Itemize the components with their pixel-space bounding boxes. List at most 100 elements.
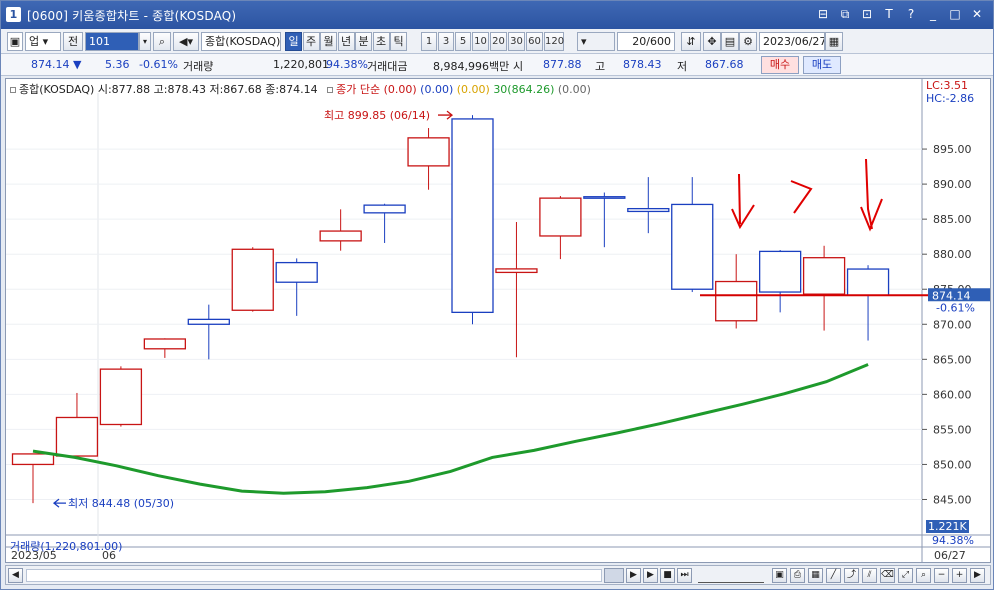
candle-body: [627, 207, 670, 213]
quote-open: 877.88: [543, 58, 582, 71]
play-first-icon[interactable]: ▶: [626, 568, 641, 583]
draw-line-icon[interactable]: ╱: [826, 568, 841, 583]
quote-high: 878.43: [623, 58, 662, 71]
interval-button-60[interactable]: 60: [526, 32, 543, 51]
zoom-icon[interactable]: ⌕: [916, 568, 931, 583]
draw-channel-icon[interactable]: ⫽: [862, 568, 877, 583]
zoom-out-icon[interactable]: −: [934, 568, 949, 583]
crosshair-icon[interactable]: ✥: [703, 32, 721, 51]
table-icon[interactable]: ▦: [808, 568, 823, 583]
interval-button-30[interactable]: 30: [508, 32, 525, 51]
market-select-value: 업: [29, 35, 40, 48]
scroll-track[interactable]: [26, 569, 602, 582]
buy-button[interactable]: 매수: [761, 56, 799, 74]
date-field[interactable]: 2023/06/27: [759, 32, 825, 51]
maximize-icon[interactable]: □: [947, 6, 963, 22]
period-button-6[interactable]: 틱: [390, 32, 407, 51]
price-chart[interactable]: 895.00890.00885.00880.00875.00870.00865.…: [6, 79, 990, 562]
eraser-icon[interactable]: ⌫: [880, 568, 895, 583]
quote-amount: 8,984,996백만: [433, 60, 510, 73]
interval-button-20[interactable]: 20: [490, 32, 507, 51]
candle-body: [407, 137, 450, 167]
scroll-thumb[interactable]: [604, 568, 624, 583]
unit-select[interactable]: ▾: [577, 32, 615, 51]
speed-slider[interactable]: [698, 568, 764, 583]
scroll-left-icon[interactable]: ◀: [8, 568, 23, 583]
candle-body: [671, 203, 714, 290]
print-icon[interactable]: ⎙: [790, 568, 805, 583]
code-input[interactable]: 101: [85, 32, 139, 51]
legend-ma-label: 종가 단순: [336, 83, 381, 96]
high-marker-arrow: [438, 110, 454, 120]
period-button-0[interactable]: 일: [285, 32, 302, 51]
volume-badge: 1.221K: [926, 520, 969, 533]
screenshot-icon[interactable]: ▣: [772, 568, 787, 583]
draw-trend-icon[interactable]: ⤴: [844, 568, 859, 583]
period-button-3[interactable]: 년: [337, 32, 355, 51]
candle-body: [275, 261, 318, 283]
candle-body: [583, 196, 626, 199]
chart-tools-icon[interactable]: ⇵: [681, 32, 701, 51]
interval-button-5[interactable]: 5: [455, 32, 471, 51]
legend-ma-square-icon[interactable]: [327, 87, 334, 93]
legend-square-icon[interactable]: [10, 87, 16, 93]
layout-icon[interactable]: ⊟: [815, 6, 831, 22]
ma30-line: [32, 363, 869, 495]
settings-gear-icon[interactable]: ⚙: [739, 32, 757, 51]
market-select[interactable]: 업 ▾: [25, 32, 61, 51]
count-field[interactable]: 20/600: [617, 32, 675, 51]
all-button[interactable]: 전: [63, 32, 83, 51]
sell-button[interactable]: 매도: [803, 56, 841, 74]
code-dropdown-icon[interactable]: ▾: [139, 32, 151, 51]
lc-label: LC:3.51: [926, 79, 969, 92]
chart-layout-icon[interactable]: ▣: [7, 32, 23, 51]
price-tick-label: 895.00: [933, 143, 972, 156]
minimize-icon[interactable]: _: [925, 6, 941, 22]
price-tick-label: 860.00: [933, 388, 972, 401]
scroll-right-icon[interactable]: ▶: [970, 568, 985, 583]
volume-pct: 94.38%: [932, 534, 974, 547]
candle-body: [99, 368, 143, 426]
interval-button-120[interactable]: 120: [544, 32, 564, 51]
fast-forward-icon[interactable]: ⏭: [677, 568, 692, 583]
interval-button-10[interactable]: 10: [472, 32, 489, 51]
quote-volume-label: 거래량: [183, 60, 214, 73]
high-marker-label: 최고 899.85 (06/14): [324, 109, 430, 122]
copy-icon[interactable]: ⧉: [837, 6, 853, 22]
price-tick-label: 885.00: [933, 213, 972, 226]
calendar-icon[interactable]: ▦: [825, 32, 843, 51]
candle-body: [715, 280, 758, 322]
zoom-in-icon[interactable]: +: [952, 568, 967, 583]
link-icon[interactable]: ⊡: [859, 6, 875, 22]
candle-body: [231, 248, 274, 311]
search-icon[interactable]: ⌕: [153, 32, 171, 51]
count-value: 20: [632, 35, 647, 48]
help-icon[interactable]: ?: [903, 6, 919, 22]
quote-price: 874.14: [31, 58, 70, 71]
interval-button-3[interactable]: 3: [438, 32, 454, 51]
quote-change: 5.36: [105, 58, 130, 71]
save-icon[interactable]: ▤: [721, 32, 739, 51]
chart-scrollbar[interactable]: ◀ ▶ ▶ ■ ⏭ ▣ ⎙ ▦ ╱ ⤴ ⫽ ⌫ ⤢ ⌕ − + ▶: [5, 565, 991, 585]
title-bar[interactable]: 1 [0600] 키움종합차트 - 종합(KOSDAQ) ⊟ ⧉ ⊡ T? _ □ ✕: [1, 1, 993, 29]
interval-button-1[interactable]: 1: [421, 32, 437, 51]
font-icon[interactable]: T: [881, 6, 897, 22]
period-button-1[interactable]: 주: [302, 32, 320, 51]
close-icon[interactable]: ✕: [969, 6, 985, 22]
play-icon[interactable]: ▶: [643, 568, 658, 583]
candle-body: [319, 230, 362, 242]
chart-area[interactable]: 895.00890.00885.00880.00875.00870.00865.…: [5, 78, 991, 563]
toolbar: ▣ 업 ▾ 전 101 ▾ ⌕ ◀▾ 종합(KOSDAQ) 일주월년분초틱 13…: [1, 29, 993, 54]
period-button-4[interactable]: 분: [355, 32, 372, 51]
period-button-5[interactable]: 초: [372, 32, 390, 51]
candle-body: [11, 453, 55, 466]
sound-icon[interactable]: ◀▾: [173, 32, 199, 51]
quote-high-label: 고: [595, 60, 606, 73]
candle-body: [846, 268, 890, 296]
quote-volume: 1,220,801: [273, 58, 329, 71]
period-button-2[interactable]: 월: [320, 32, 337, 51]
expand-icon[interactable]: ⤢: [898, 568, 913, 583]
candle-body: [495, 268, 538, 274]
hc-label: HC:-2.86: [926, 92, 975, 105]
stop-icon[interactable]: ■: [660, 568, 675, 583]
